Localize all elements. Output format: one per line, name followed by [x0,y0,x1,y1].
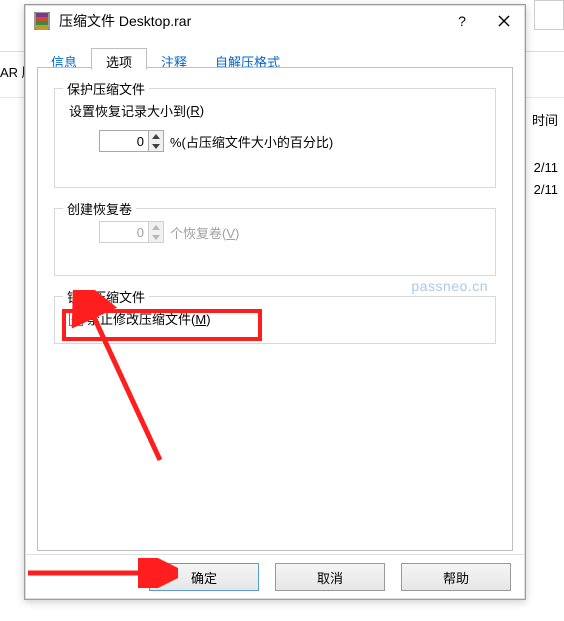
titlebar: 压缩文件 Desktop.rar ? [25,5,525,37]
bg-toolbar-fragment [534,0,564,30]
spin-up-button[interactable] [149,131,163,141]
recovery-size-input[interactable] [100,131,148,151]
spin-up-button [149,222,163,232]
help-symbol: ? [458,13,466,29]
check-icon [71,314,81,324]
recovery-size-suffix: ) [200,103,204,118]
lock-checkbox[interactable] [69,312,83,326]
archive-properties-dialog: 压缩文件 Desktop.rar ? 信息 选项 注释 自解压格式 保护压缩文件 [24,4,526,600]
watermark: passneo.cn [411,278,488,294]
dialog-footer: 确定 取消 帮助 [25,554,525,599]
dialog-title: 压缩文件 Desktop.rar [59,11,441,31]
volumes-input [100,222,148,242]
group-lock-legend: 锁定压缩文件 [63,287,149,306]
volumes-unit-suffix: ) [235,226,239,241]
group-lock: 锁定压缩文件 禁止修改压缩文件(M) [54,296,496,344]
bg-date-1: 2/11 [534,160,558,175]
volumes-unit-prefix: 个恢复卷( [170,226,226,241]
recovery-size-label-prefix: 设置恢复记录大小到( [69,101,190,120]
close-icon [498,15,510,27]
lock-accel: M [195,312,206,327]
bg-right-col: 时间 [532,110,558,129]
tabpage-options: 保护压缩文件 设置恢复记录大小到(R) [37,67,513,551]
help-button-footer[interactable]: 帮助 [401,563,511,591]
group-volumes: 创建恢复卷 个恢复卷(V) [54,208,496,276]
lock-label-suffix: ) [206,312,210,327]
close-button[interactable] [483,6,525,36]
cancel-button[interactable]: 取消 [275,563,385,591]
spin-down-button[interactable] [149,141,163,151]
chevron-down-icon [152,235,160,240]
ok-button[interactable]: 确定 [149,563,259,591]
recovery-size-spinner[interactable] [99,130,164,152]
bg-date-2: 2/11 [534,182,558,197]
volumes-accel: V [226,226,235,241]
volumes-spinner [99,221,164,243]
chevron-up-icon [152,225,160,230]
help-button[interactable]: ? [441,6,483,36]
tab-options[interactable]: 选项 [91,48,147,70]
lock-label-prefix: 禁止修改压缩文件( [87,312,195,327]
winrar-icon [33,12,51,30]
spin-down-button [149,232,163,242]
chevron-down-icon [152,144,160,149]
recovery-size-unit: %(占压缩文件大小的百分比) [170,132,333,151]
recovery-size-accel: R [190,103,199,118]
group-protect-legend: 保护压缩文件 [63,79,149,98]
group-protect: 保护压缩文件 设置恢复记录大小到(R) [54,88,496,188]
chevron-up-icon [152,134,160,139]
lock-checkbox-wrap[interactable]: 禁止修改压缩文件(M) [69,309,211,328]
group-volumes-legend: 创建恢复卷 [63,199,136,218]
